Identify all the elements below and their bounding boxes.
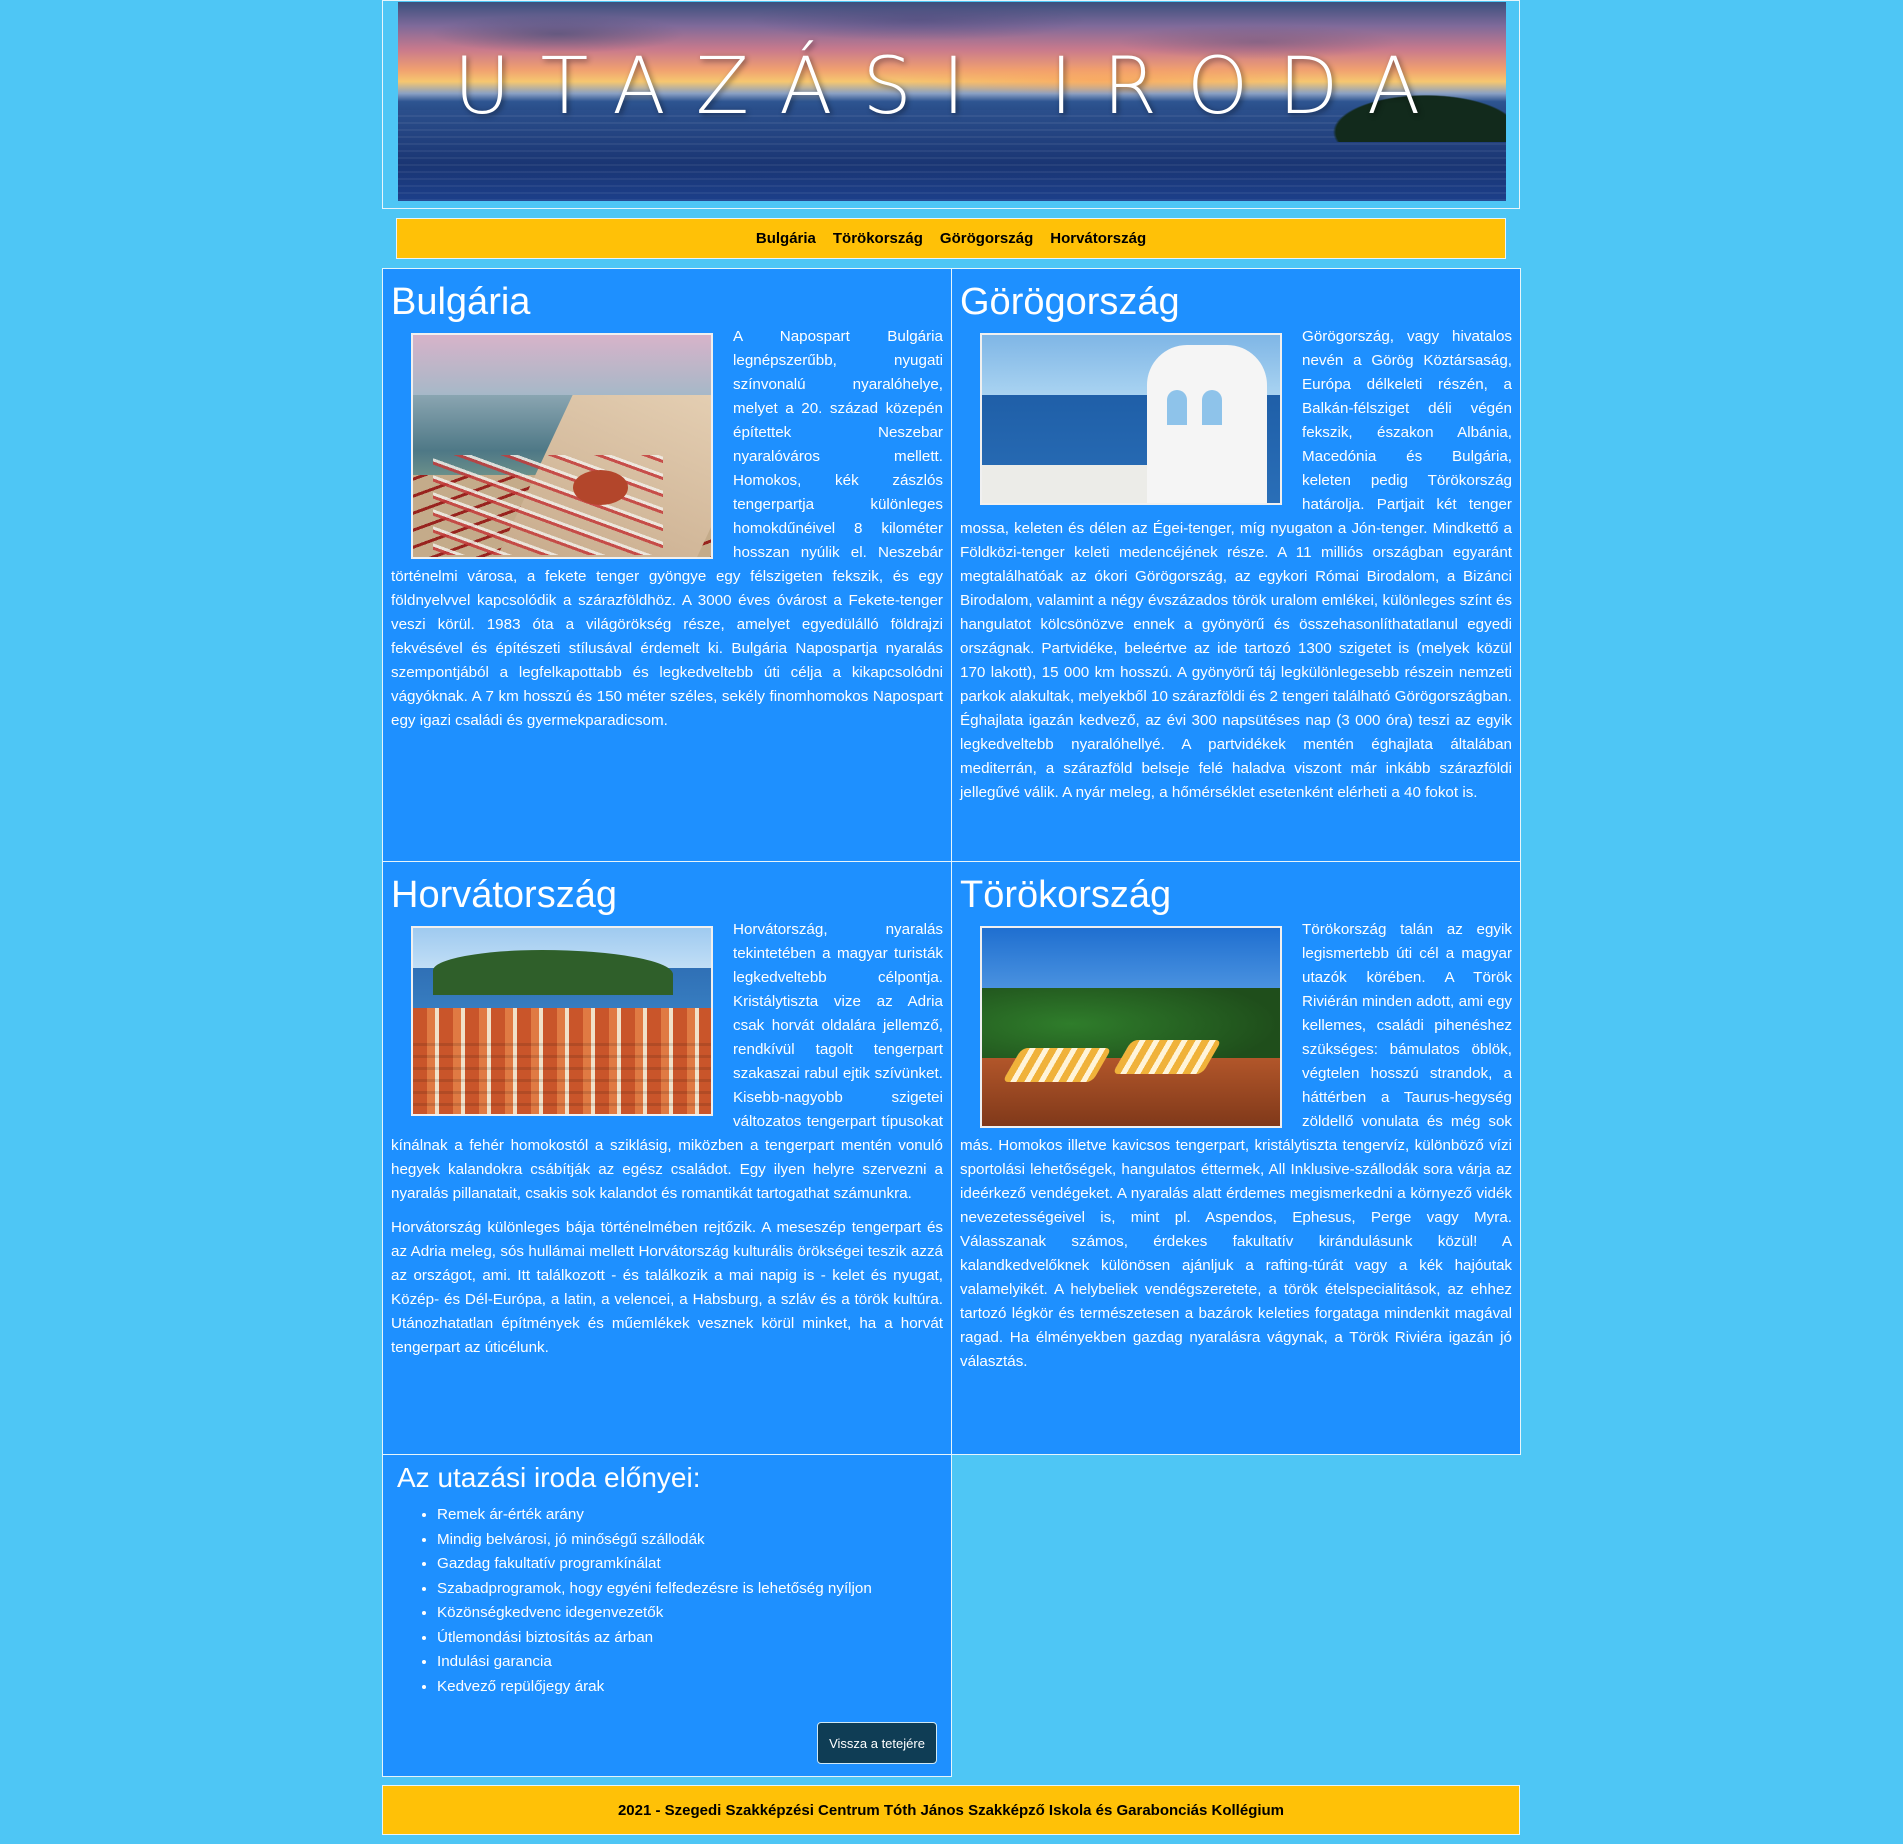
section-title-greece: Görögország (960, 281, 1180, 323)
footer-text: 2021 - Szegedi Szakképzési Centrum Tóth … (617, 1801, 1285, 1819)
section-greece: Görögország Görögország, vagy hivatalos … (951, 268, 1521, 862)
list-item: Indulási garancia (437, 1650, 943, 1675)
greece-church-photo (980, 333, 1282, 505)
bulgaria-beach-photo (411, 333, 713, 559)
section-title-bulgaria: Bulgária (391, 281, 531, 323)
nav-link-bulgaria[interactable]: Bulgária (756, 230, 816, 247)
list-item: Mindig belvárosi, jó minőségű szállodák (437, 1528, 943, 1553)
section-text-croatia-2: Horvátország különleges bája történelméb… (391, 1219, 943, 1356)
section-advantages: Az utazási iroda előnyei: Remek ár-érték… (382, 1454, 952, 1777)
back-to-top-button[interactable]: Vissza a tetejére (817, 1722, 937, 1764)
list-item: Szabadprogramok, hogy egyéni felfedezésr… (437, 1577, 943, 1602)
croatia-town-photo (411, 926, 713, 1116)
header: UTAZÁSI IRODA (382, 0, 1520, 209)
section-turkey: Törökország Törökország talán az egyik l… (951, 861, 1521, 1455)
nav-link-turkey[interactable]: Törökország (833, 230, 923, 247)
main-nav: Bulgária Törökország Görögország Horváto… (396, 218, 1506, 259)
section-title-croatia: Horvátország (391, 874, 617, 916)
section-croatia: Horvátország Horvátország, nyaralás teki… (382, 861, 952, 1455)
advantages-list: Remek ár-érték arány Mindig belvárosi, j… (391, 1503, 943, 1699)
list-item: Gazdag fakultatív programkínálat (437, 1552, 943, 1577)
list-item: Útlemondási biztosítás az árban (437, 1626, 943, 1651)
site-title: UTAZÁSI IRODA (453, 42, 1451, 132)
nav-link-croatia[interactable]: Horvátország (1050, 230, 1146, 247)
section-title-turkey: Törökország (960, 874, 1172, 916)
turkey-resort-photo (980, 926, 1282, 1128)
advantages-title: Az utazási iroda előnyei: (397, 1462, 701, 1493)
list-item: Kedvező repülőjegy árak (437, 1675, 943, 1700)
footer: 2021 - Szegedi Szakképzési Centrum Tóth … (382, 1785, 1520, 1835)
list-item: Közönségkedvenc idegenvezetők (437, 1601, 943, 1626)
header-banner-image: UTAZÁSI IRODA (398, 2, 1506, 201)
section-bulgaria: Bulgária A Napospart Bulgária legnépszer… (382, 268, 952, 862)
nav-link-greece[interactable]: Görögország (940, 230, 1033, 247)
list-item: Remek ár-érték arány (437, 1503, 943, 1528)
